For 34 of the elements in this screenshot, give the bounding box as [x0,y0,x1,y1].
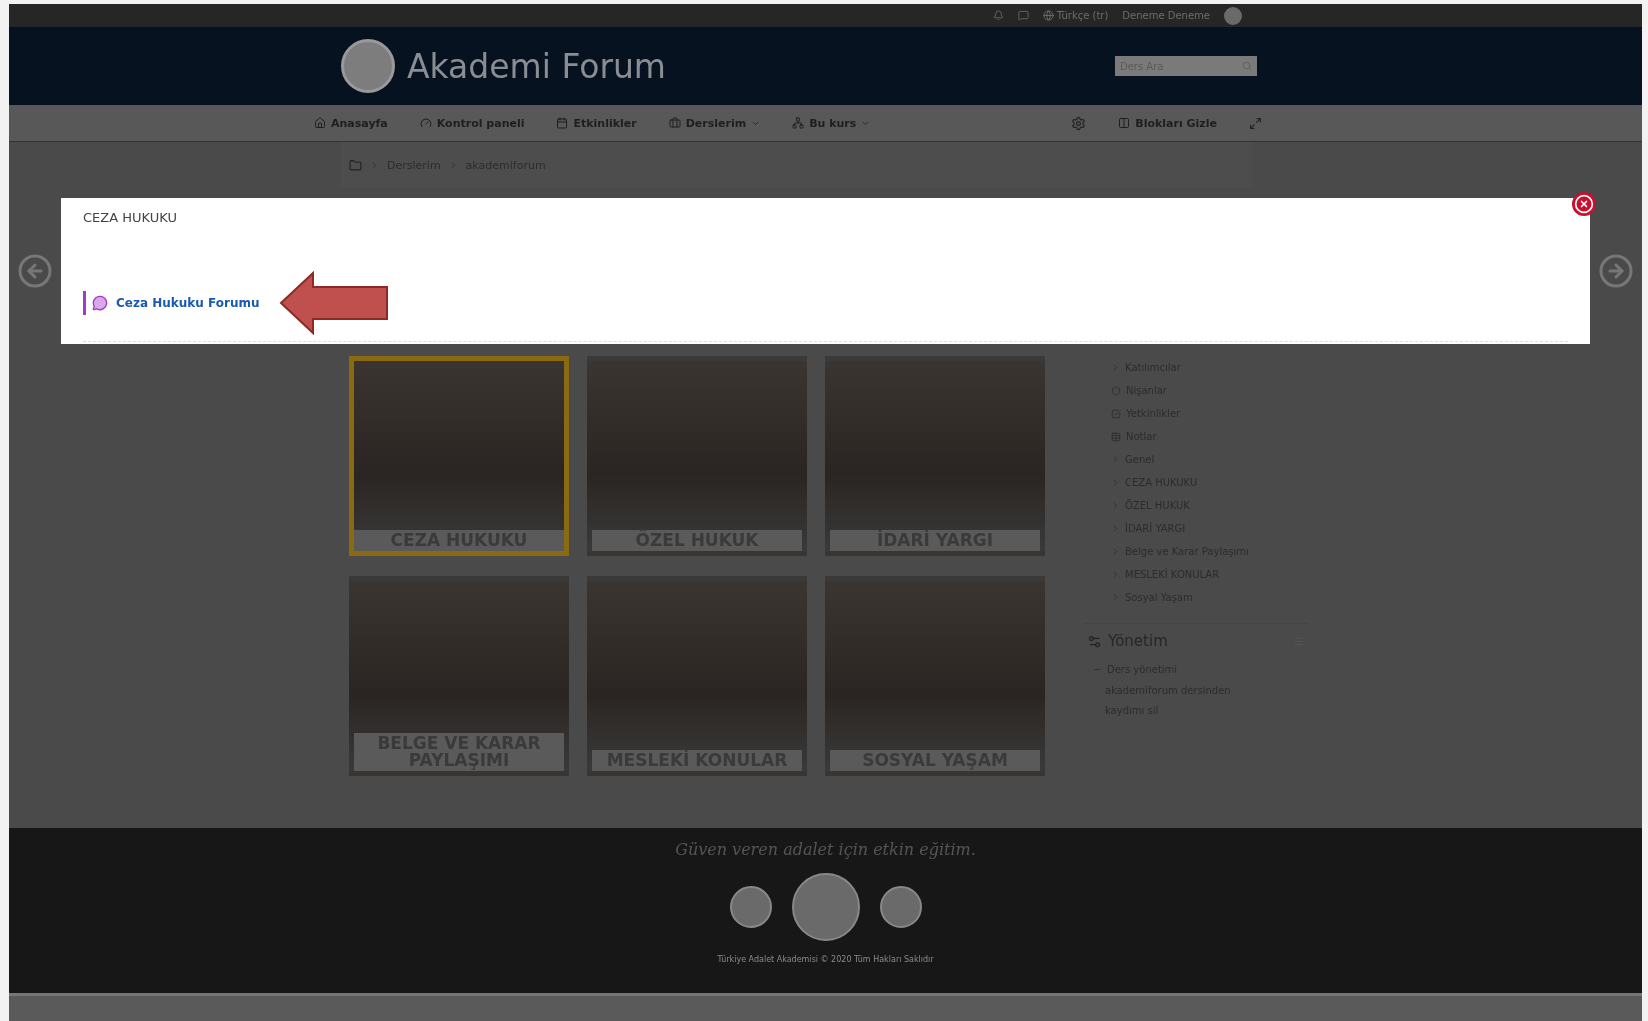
nav-link[interactable]: Kontrol paneli [419,116,525,130]
user-menu[interactable]: Deneme Deneme [1122,10,1210,21]
chat-icon[interactable] [1017,10,1029,21]
nav-icon [419,117,432,129]
nav-link[interactable]: Anasayfa [314,116,388,130]
footer-motto: Güven veren adalet için etkin eğitim. [675,840,976,859]
nav-icon [556,117,569,129]
nav-icon [314,117,326,129]
nav-link[interactable]: Derslerim [668,116,761,130]
search-icon [1242,61,1252,71]
folder-icon [349,158,362,172]
globe-icon [1042,10,1054,21]
columns-icon [1118,117,1131,129]
expand-icon[interactable] [1249,116,1262,130]
site-title: Akademi Forum [407,46,667,86]
language-menu[interactable]: Türkçe (tr) [1042,10,1109,21]
site-logo [341,39,395,93]
link-icon [1111,431,1121,442]
nav-link[interactable]: Etkinlikler [556,116,637,130]
copyright-text: Türkiye Adalet Akademisi © 2020 Tüm Hakları Saklıdır [717,955,934,964]
notification-bell-icon[interactable] [992,10,1004,21]
close-icon [1574,194,1594,214]
partner-logo [729,886,772,928]
close-button[interactable] [1572,192,1596,216]
forum-icon [92,295,108,311]
user-avatar [1224,6,1242,25]
nav-icon [668,117,681,129]
settings-icon[interactable] [1071,115,1087,131]
partner-logo [879,886,922,928]
hide-blocks-button[interactable]: Blokları Gizle [1118,116,1217,130]
nav-icon [792,117,805,129]
modal-title: CEZA HUKUKU [83,210,178,225]
forum-link[interactable]: Ceza Hukuku Forumu [83,291,266,315]
nav-link[interactable]: Bu kurs [792,116,871,130]
